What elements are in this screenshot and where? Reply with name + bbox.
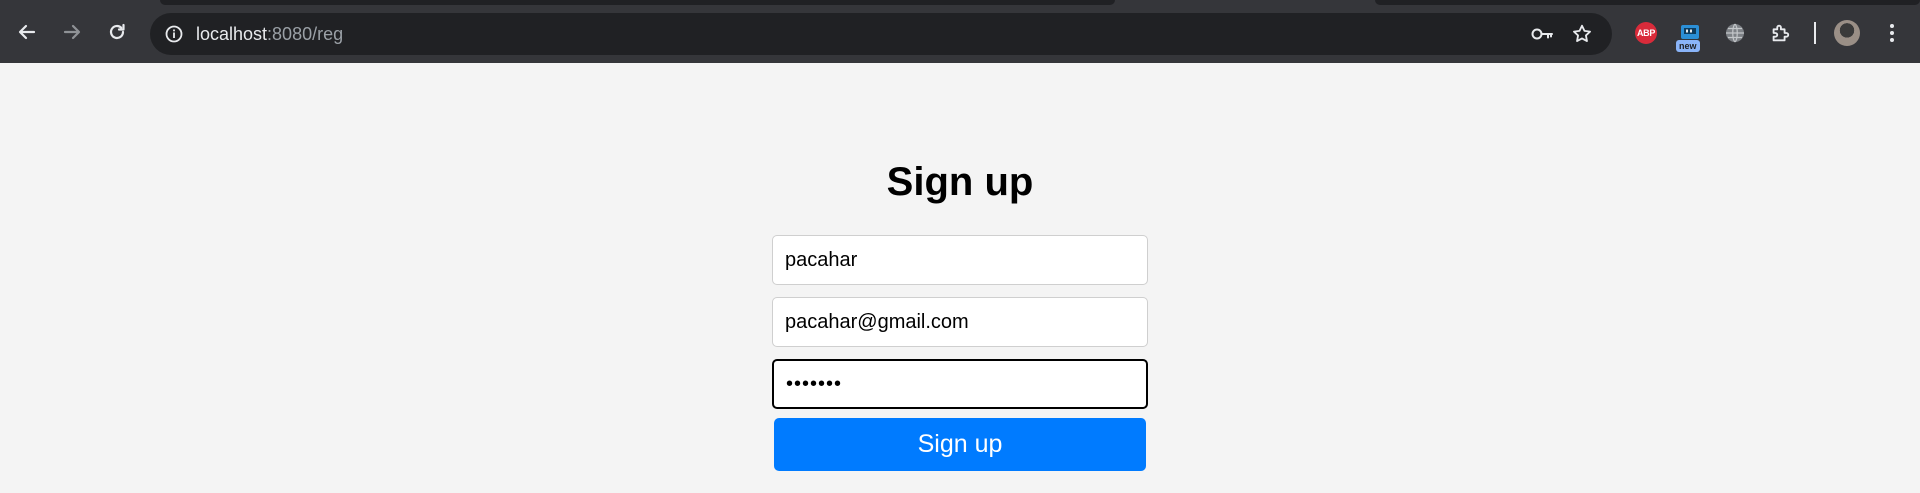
back-button[interactable] xyxy=(7,14,47,54)
page-content: Sign up Sign up xyxy=(0,63,1920,493)
url-host: localhost xyxy=(196,24,268,44)
extensions-puzzle-icon[interactable] xyxy=(1767,20,1793,46)
page-title: Sign up xyxy=(886,160,1034,204)
url-path: :8080/reg xyxy=(267,24,344,44)
url-text[interactable]: localhost:8080/reg xyxy=(196,24,343,44)
kebab-menu-icon[interactable] xyxy=(1879,20,1905,46)
reload-button[interactable] xyxy=(97,14,137,54)
browser-toolbar: localhost:8080/reg ABP new xyxy=(0,0,1920,63)
profile-avatar-icon[interactable] xyxy=(1834,20,1860,46)
adblock-plus-icon[interactable]: ABP xyxy=(1633,20,1659,46)
password-key-icon[interactable] xyxy=(1530,22,1554,46)
email-field[interactable] xyxy=(772,297,1148,347)
tab-strip-edge xyxy=(160,0,1115,5)
bookmark-star-icon[interactable] xyxy=(1570,22,1594,46)
back-arrow-icon xyxy=(17,22,37,47)
reload-icon xyxy=(107,22,127,47)
sign-up-button[interactable]: Sign up xyxy=(774,418,1146,471)
password-field[interactable] xyxy=(772,359,1148,409)
toolbar-separator xyxy=(1814,22,1816,44)
tab-strip-edge xyxy=(1375,0,1920,5)
abp-label: ABP xyxy=(1635,22,1657,44)
signup-form: Sign up Sign up xyxy=(772,158,1148,471)
site-info-icon[interactable] xyxy=(162,22,186,46)
forward-button[interactable] xyxy=(52,14,92,54)
new-badge: new xyxy=(1676,40,1700,52)
username-field[interactable] xyxy=(772,235,1148,285)
new-extension-icon[interactable]: new xyxy=(1676,20,1703,52)
globe-icon[interactable] xyxy=(1722,20,1748,46)
address-bar[interactable]: localhost:8080/reg xyxy=(150,13,1612,55)
forward-arrow-icon xyxy=(62,22,82,47)
